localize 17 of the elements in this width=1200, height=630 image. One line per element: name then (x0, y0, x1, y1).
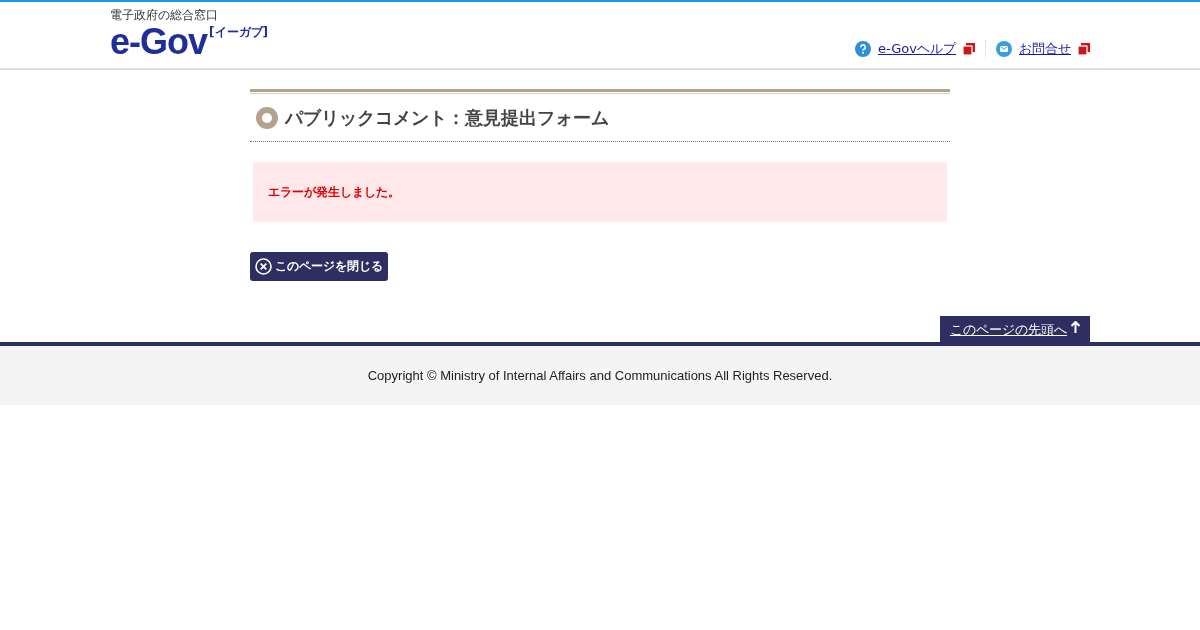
close-circle-icon (255, 258, 272, 275)
mail-icon (996, 41, 1012, 57)
up-arrow-icon (1070, 321, 1081, 333)
page-title: パブリックコメント：意見提出フォーム (285, 106, 609, 130)
close-page-button[interactable]: このページを閉じる (250, 252, 388, 281)
logo-tagline: 電子政府の総合窓口 (110, 8, 219, 22)
circle-bullet-icon (256, 107, 278, 129)
logo-wordmark[interactable]: e-Gov (110, 22, 208, 62)
external-window-icon (1078, 43, 1090, 55)
header-link[interactable]: e-Govヘルプ (878, 40, 956, 58)
error-message: エラーが発生しました。 (268, 183, 400, 201)
header-link[interactable]: お問合せ (1019, 40, 1071, 58)
help-icon (855, 41, 872, 57)
logo-reading: [イーガブ] (209, 24, 268, 41)
copyright-text: Copyright © Ministry of Internal Affairs and Communications All Rights Reserved. (367, 368, 833, 383)
back-to-top-link[interactable]: このページの先頭へ (940, 316, 1090, 342)
external-window-icon (963, 43, 975, 55)
